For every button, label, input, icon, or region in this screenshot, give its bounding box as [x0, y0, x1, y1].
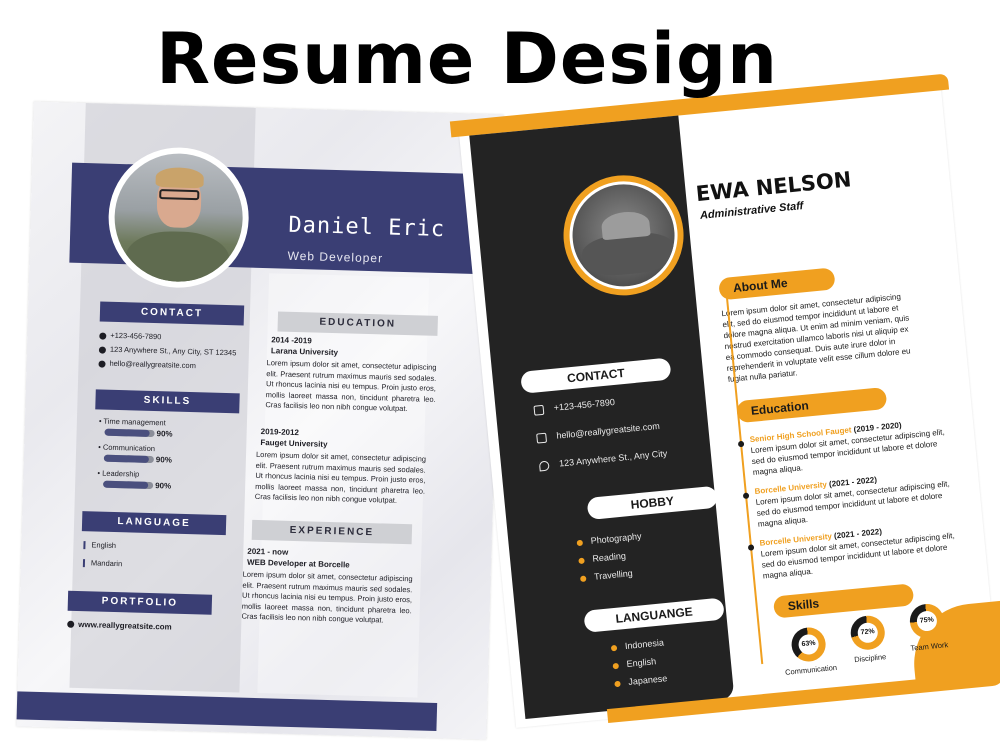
- language-item: Mandarin: [82, 557, 123, 569]
- footer-band: [16, 691, 438, 732]
- skill-bar: [103, 480, 154, 490]
- resume-ewa-nelson: EWA NELSON Administrative Staff About Me…: [437, 43, 1000, 750]
- phone-icon: [533, 404, 545, 416]
- resume-daniel-eric: Daniel Eric Web Developer CONTACT +123-4…: [16, 101, 504, 740]
- skill-percent: 90%: [156, 429, 173, 439]
- email-icon: [536, 432, 548, 444]
- skill-name: • Time management: [98, 416, 166, 428]
- location-icon: [538, 460, 550, 472]
- contact-header: CONTACT: [99, 301, 245, 326]
- skill-name: • Leadership: [97, 468, 140, 479]
- language-item: English: [83, 539, 116, 551]
- resume-name: Daniel Eric: [288, 212, 446, 243]
- page-title: Resume Design: [156, 18, 778, 100]
- email-icon: [98, 359, 106, 368]
- language-header: LANGUAGE: [81, 511, 227, 536]
- portfolio-header: PORTFOLIO: [67, 590, 213, 615]
- education-description: Lorem ipsum dolor sit amet, consectetur …: [254, 449, 427, 505]
- education-school: Fauget University: [260, 438, 328, 449]
- experience-description: Lorem ipsum dolor sit amet, consectetur …: [241, 569, 413, 625]
- location-icon: [98, 345, 107, 354]
- contact-phone: +123-456-7890: [99, 329, 162, 342]
- skill-name: • Communication: [98, 442, 156, 454]
- education-description: Lorem ipsum dolor sit amet, consectetur …: [265, 358, 437, 414]
- globe-icon: [67, 621, 75, 629]
- phone-icon: [99, 331, 107, 340]
- skill-bar: [104, 428, 155, 438]
- education-school: Larana University: [270, 346, 339, 358]
- skill-bar: [103, 454, 154, 464]
- skill-percent: 90%: [155, 455, 173, 465]
- skills-header: SKILLS: [95, 389, 240, 414]
- resume-role: Web Developer: [287, 248, 384, 266]
- skill-percent: 90%: [155, 481, 172, 491]
